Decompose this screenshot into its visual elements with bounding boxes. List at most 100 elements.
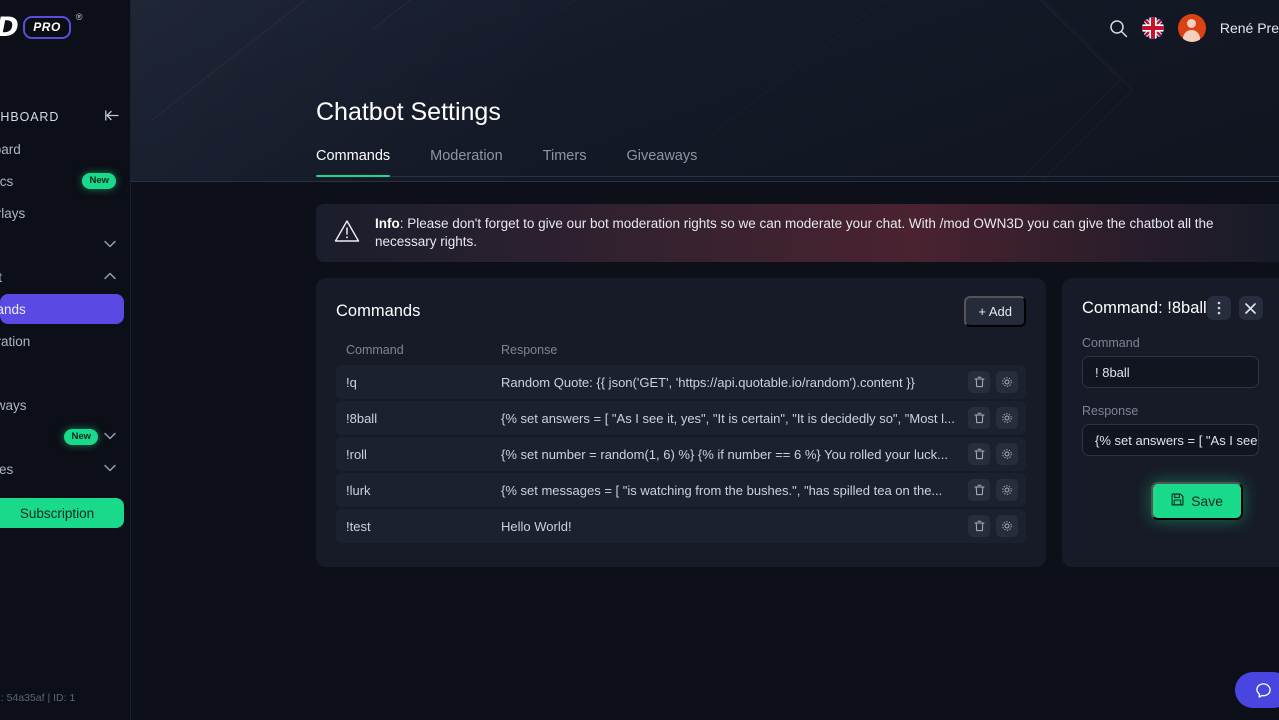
row-actions [968, 371, 1018, 393]
sidebar-item-label: atistics [0, 173, 14, 189]
version-info: rsion: 54a35af | ID: 1 [0, 692, 76, 704]
info-banner-body: : Please don't forget to give our bot mo… [375, 216, 1214, 249]
table-row[interactable]: !lurk {% set messages = [ "is watching f… [336, 473, 1026, 507]
row-command: !8ball [346, 410, 378, 426]
sidebar-item-giveaways[interactable]: veaways [0, 390, 124, 420]
sidebar-item-label: atbot [0, 270, 2, 285]
row-response: {% set answers = [ "As I see it, yes", "… [501, 410, 955, 426]
brand-trademark: ® [75, 12, 83, 22]
command-detail-title: Command: !8ball [1082, 298, 1207, 317]
brand-pro-badge: PRO [23, 16, 71, 39]
commands-card-title: Commands [336, 302, 421, 320]
table-row[interactable]: !8ball {% set answers = [ "As I see it, … [336, 401, 1026, 435]
gear-icon[interactable] [996, 479, 1018, 501]
uk-flag-icon[interactable] [1141, 17, 1164, 39]
tab-commands[interactable]: Commands [316, 148, 391, 177]
trash-icon[interactable] [968, 371, 990, 393]
command-input[interactable]: ! 8ball [1082, 356, 1259, 388]
response-input[interactable]: {% set answers = [ "As I see it, yes", "… [1082, 424, 1259, 456]
page-title: Chatbot Settings [316, 98, 501, 126]
save-button[interactable]: Save [1151, 482, 1243, 520]
trash-icon[interactable] [968, 407, 990, 429]
add-command-label: + Add [978, 304, 1012, 319]
sidebar-section-dashboard: DASHBOARD [0, 102, 130, 132]
table-row[interactable]: !q Random Quote: {{ json('GET', 'https:/… [336, 365, 1026, 399]
sidebar-item-chatbot[interactable]: atbot [0, 262, 124, 292]
sidebar-item-dashboard[interactable]: shboard [0, 134, 124, 164]
app-root: N3D PRO ® DASHBOARD shboard atistics New… [0, 0, 1279, 720]
sidebar-item-label: oderation [0, 333, 31, 349]
sidebar-item-upgrades[interactable]: grades [0, 454, 124, 484]
panels-row: Commands + Add Command Response !q Rando… [316, 278, 1279, 567]
row-response: Hello World! [501, 518, 572, 534]
sidebar-item-moderation[interactable]: oderation [0, 326, 124, 356]
page-content: Info: Please don't forget to give our bo… [131, 182, 1279, 720]
row-actions [968, 515, 1018, 537]
response-field-label: Response [1082, 404, 1139, 418]
sidebar-section-label: DASHBOARD [0, 110, 60, 124]
close-icon[interactable] [1238, 296, 1263, 320]
sidebar-item-statistics[interactable]: atistics New [0, 166, 124, 196]
gear-icon[interactable] [996, 515, 1018, 537]
column-header-command: Command [346, 343, 404, 357]
command-detail-card: Command: !8ball Command ! 8ball Response… [1062, 278, 1279, 567]
tab-moderation[interactable]: Moderation [430, 148, 503, 176]
command-field-label: Command [1082, 336, 1140, 350]
new-badge: New [64, 429, 98, 445]
sidebar-item-label: mmands [0, 301, 26, 317]
tab-timers[interactable]: Timers [543, 148, 587, 176]
add-command-button[interactable]: + Add [964, 296, 1026, 327]
commands-table-body: !q Random Quote: {{ json('GET', 'https:/… [336, 365, 1026, 543]
row-command: !test [346, 518, 371, 534]
row-actions [968, 443, 1018, 465]
sidebar-item-label: Overlays [0, 205, 26, 221]
row-response: {% set messages = [ "is watching from th… [501, 482, 943, 498]
brand-logo[interactable]: N3D PRO ® [0, 0, 130, 56]
topbar: René Pre [1109, 0, 1279, 56]
main-content: René Pre Chatbot Settings Commands Moder… [131, 0, 1279, 720]
sidebar-item-overlays[interactable]: Overlays [0, 198, 124, 228]
commands-card: Commands + Add Command Response !q Rando… [316, 278, 1046, 567]
gear-icon[interactable] [996, 371, 1018, 393]
sidebar-item-timers[interactable]: ners [0, 358, 124, 388]
row-actions [968, 479, 1018, 501]
tab-giveaways[interactable]: Giveaways [626, 148, 697, 176]
sidebar-item-label: veaways [0, 397, 27, 413]
gear-icon[interactable] [996, 443, 1018, 465]
save-disk-icon [1171, 493, 1184, 509]
chat-bubble-icon[interactable] [1235, 672, 1279, 708]
collapse-sidebar-icon[interactable] [105, 109, 120, 125]
sidebar-item-alerts[interactable]: erts [0, 230, 124, 260]
table-row[interactable]: !roll {% set number = random(1, 6) %} {%… [336, 437, 1026, 471]
trash-icon[interactable] [968, 515, 990, 537]
trash-icon[interactable] [968, 479, 990, 501]
user-name[interactable]: René Pre [1220, 20, 1279, 36]
chevron-down-icon [104, 464, 116, 475]
chevron-down-icon [104, 240, 116, 251]
commands-table-header: Command Response [336, 343, 1026, 365]
commands-card-header: Commands + Add [336, 296, 1026, 327]
sidebar-item-tools[interactable]: ols New [0, 422, 124, 452]
subscription-label: Subscription [19, 505, 95, 521]
new-badge: New [82, 173, 116, 189]
info-banner-prefix: Info [375, 216, 400, 232]
chevron-up-icon [104, 272, 116, 283]
chevron-down-icon [104, 432, 116, 443]
table-row[interactable]: !test Hello World! [336, 509, 1026, 543]
command-detail-actions [1206, 296, 1263, 320]
user-avatar[interactable] [1177, 14, 1206, 42]
tab-bar: Commands Moderation Timers Giveaways [316, 148, 1279, 177]
trash-icon[interactable] [968, 443, 990, 465]
column-header-response: Response [501, 343, 558, 357]
info-banner-text: Info: Please don't forget to give our bo… [375, 215, 1261, 250]
sidebar-item-label: grades [0, 461, 14, 477]
row-command: !roll [346, 446, 367, 462]
more-vertical-icon[interactable] [1206, 296, 1231, 320]
search-icon[interactable] [1109, 19, 1128, 38]
row-command: !q [346, 374, 357, 390]
sidebar-item-commands[interactable]: mmands [0, 294, 124, 324]
subscription-button[interactable]: Subscription [0, 498, 124, 528]
row-command: !lurk [346, 482, 371, 498]
row-actions [968, 407, 1018, 429]
gear-icon[interactable] [996, 407, 1018, 429]
